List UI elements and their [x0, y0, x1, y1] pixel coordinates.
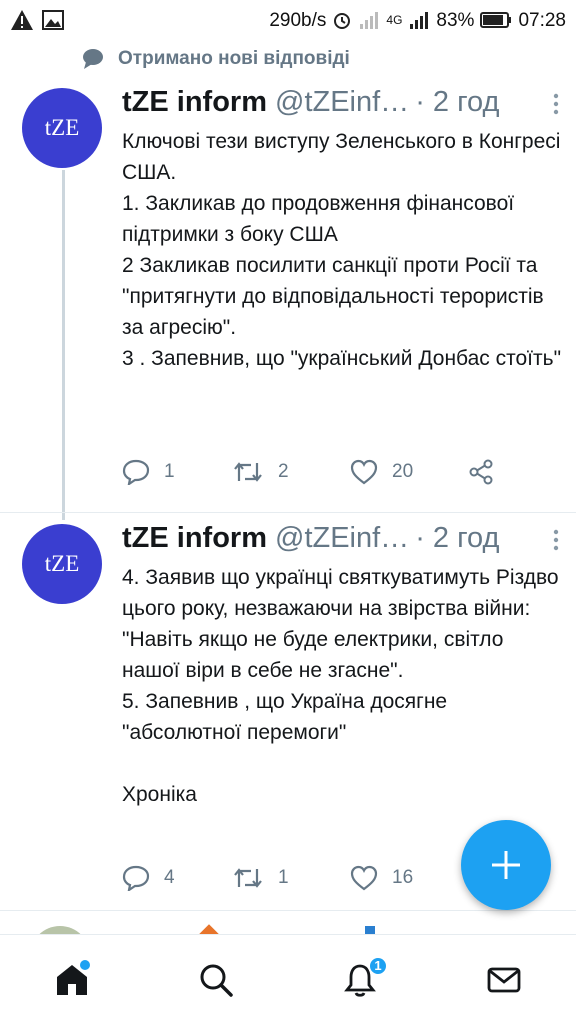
net-speed: 290b/s — [269, 9, 327, 31]
tweet-header: tZE inform @tZEinf… · 2 год — [122, 518, 562, 558]
warning-icon — [11, 10, 33, 30]
speech-bubble-icon — [83, 49, 103, 69]
share-icon — [469, 459, 493, 485]
new-replies-notice[interactable]: Отримано нові відповіді — [82, 44, 350, 74]
nav-search[interactable] — [186, 950, 246, 1010]
reply-icon — [122, 459, 150, 485]
retweet-count: 1 — [278, 867, 289, 888]
avatar[interactable]: tZE — [22, 88, 102, 168]
heart-icon — [350, 459, 378, 485]
author-name[interactable]: tZE inform — [122, 522, 267, 555]
battery-percent: 83% — [436, 9, 475, 31]
reply-button[interactable]: 4 — [122, 865, 232, 891]
retweet-icon — [234, 868, 262, 888]
retweet-button[interactable]: 2 — [232, 459, 350, 485]
retweet-icon — [234, 462, 262, 482]
thread-connector — [62, 170, 65, 520]
nav-home[interactable] — [42, 950, 102, 1010]
reply-count: 4 — [164, 867, 175, 888]
new-replies-text: Отримано нові відповіді — [118, 48, 350, 69]
battery-icon — [480, 12, 512, 28]
bottom-navigation: 1 — [0, 934, 576, 1024]
alarm-icon — [334, 13, 351, 29]
avatar[interactable]: tZE — [22, 524, 102, 604]
more-options-icon[interactable] — [546, 528, 566, 552]
retweet-button[interactable]: 1 — [232, 865, 350, 891]
notifications-badge: 1 — [368, 955, 388, 976]
retweet-count: 2 — [278, 461, 289, 482]
reply-button[interactable]: 1 — [122, 459, 232, 485]
author-handle[interactable]: @tZEinf… — [275, 86, 409, 119]
heart-icon — [350, 865, 378, 891]
author-handle[interactable]: @tZEinf… — [275, 522, 409, 555]
nav-messages[interactable] — [474, 950, 534, 1010]
like-count: 16 — [392, 867, 414, 888]
tweet-time: · 2 год — [415, 521, 500, 554]
like-button[interactable]: 16 — [350, 865, 468, 891]
tweet-time: · 2 год — [415, 85, 500, 118]
image-icon — [42, 10, 64, 30]
network-type: 4G — [386, 13, 403, 27]
search-icon — [200, 964, 233, 997]
tweet-text: Ключові тези виступу Зеленського в Конгр… — [122, 130, 562, 370]
next-tweet-peek — [0, 916, 576, 936]
tweet-divider — [0, 910, 576, 911]
signal-off-icon — [360, 12, 379, 29]
clock: 07:28 — [518, 9, 566, 31]
like-count: 20 — [392, 461, 414, 482]
like-button[interactable]: 20 — [350, 459, 468, 485]
nav-notifications[interactable]: 1 — [330, 950, 390, 1010]
share-button[interactable] — [468, 459, 494, 485]
status-bar: 290b/s 4G 83% 07:28 — [0, 0, 576, 40]
signal-icon — [410, 12, 429, 29]
reply-icon — [122, 865, 150, 891]
tweet-header: tZE inform @tZEinf… · 2 год — [122, 82, 562, 122]
plus-icon — [492, 851, 520, 879]
mail-icon — [487, 967, 521, 992]
tweet-divider — [0, 512, 576, 513]
tweet-text: 4. Заявив що українці святкуватимуть Різ… — [122, 566, 559, 806]
reply-count: 1 — [164, 461, 175, 482]
compose-tweet-button[interactable] — [461, 820, 551, 910]
author-name[interactable]: tZE inform — [122, 86, 267, 119]
home-new-dot — [80, 959, 90, 970]
tweet-actions: 1 2 20 — [122, 452, 562, 492]
more-options-icon[interactable] — [546, 92, 566, 116]
